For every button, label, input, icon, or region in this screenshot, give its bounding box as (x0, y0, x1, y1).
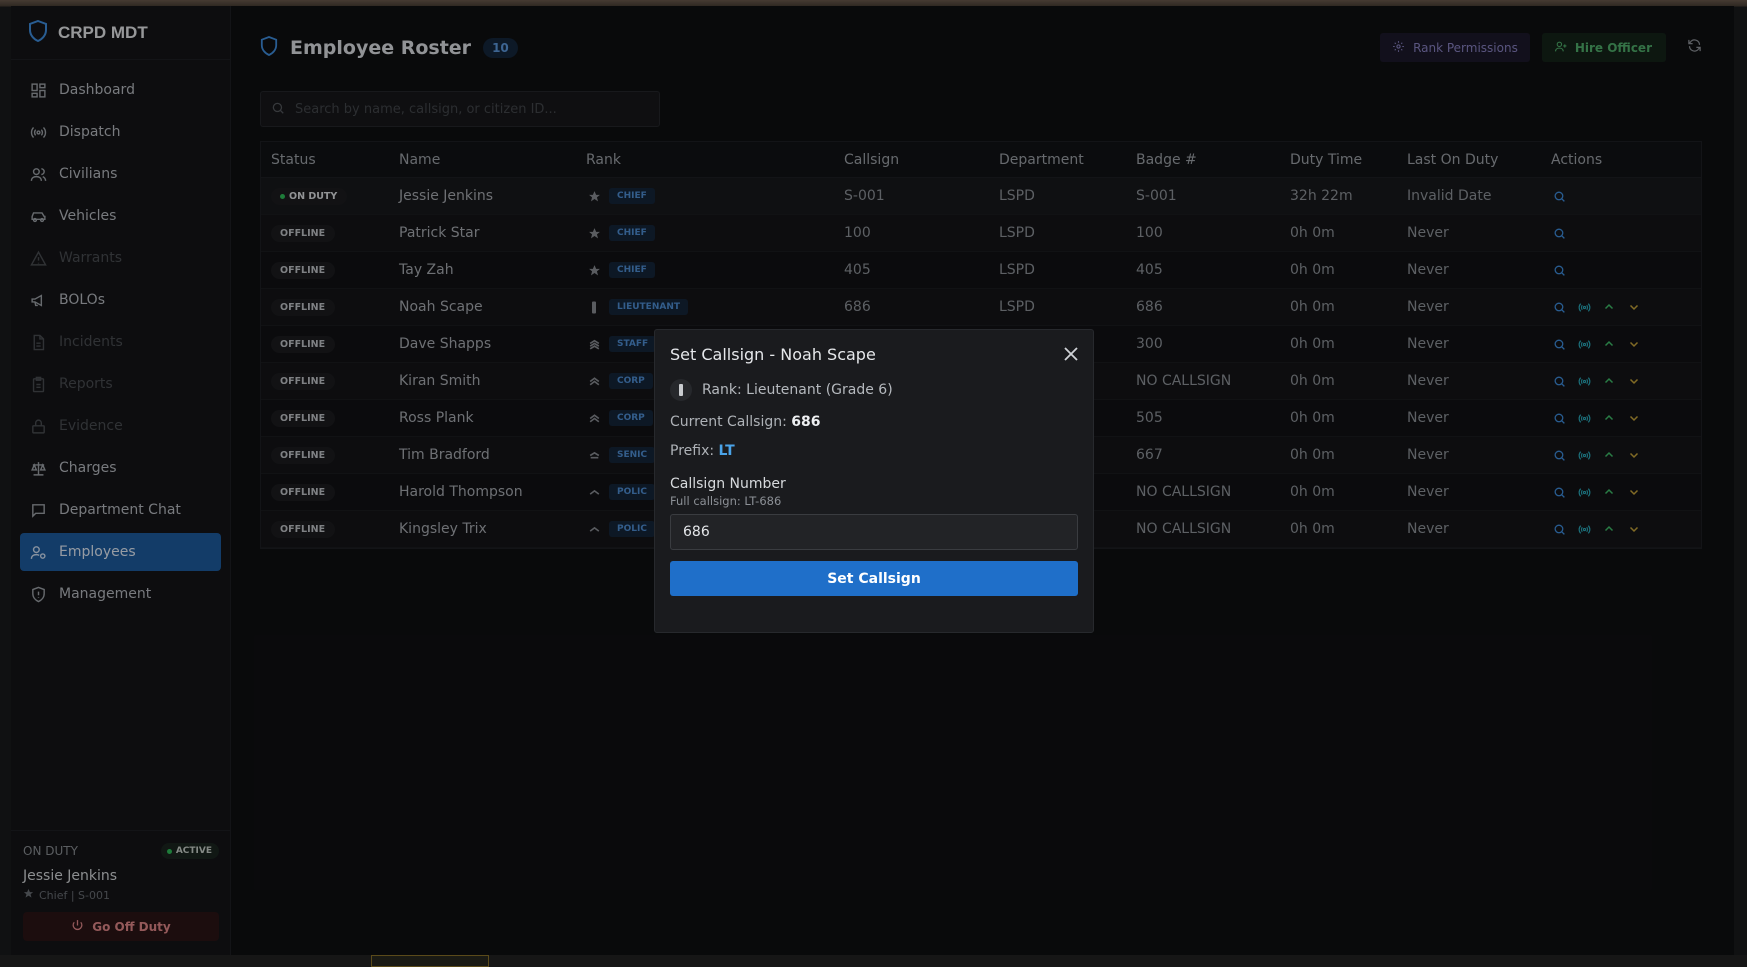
callsign-number-label: Callsign Number (670, 476, 786, 492)
callsign-number-input[interactable] (670, 514, 1078, 550)
modal-rank-row: Rank: Lieutenant (Grade 6) (670, 379, 1078, 401)
prefix-value: LT (718, 443, 735, 459)
current-callsign-value: 686 (791, 414, 821, 430)
set-callsign-modal: Set Callsign - Noah Scape Rank: Lieutena… (654, 329, 1094, 633)
full-callsign-preview: Full callsign: LT-686 (670, 494, 782, 508)
current-callsign-line: Current Callsign: 686 (670, 414, 1078, 430)
prefix-line: Prefix: LT (670, 443, 1078, 459)
lieutenant-bar-icon (670, 379, 692, 401)
modal-rank-text: Rank: Lieutenant (Grade 6) (702, 382, 893, 398)
close-button[interactable] (1061, 344, 1081, 364)
set-callsign-button[interactable]: Set Callsign (670, 561, 1078, 596)
current-callsign-label: Current Callsign: (670, 414, 787, 430)
prefix-label: Prefix: (670, 443, 715, 459)
modal-title: Set Callsign - Noah Scape (670, 344, 876, 364)
close-icon (1064, 347, 1078, 361)
hud-fragment (371, 955, 489, 967)
